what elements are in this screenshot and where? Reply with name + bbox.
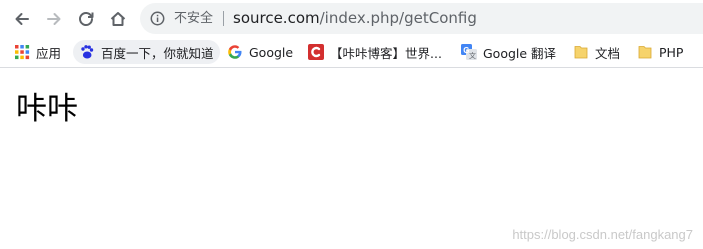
browser-toolbar: 不安全 source.com/index.php/getConfig bbox=[0, 0, 703, 37]
home-button[interactable] bbox=[107, 8, 129, 30]
url-text[interactable]: source.com/index.php/getConfig bbox=[233, 8, 477, 28]
security-status-label[interactable]: 不安全 bbox=[174, 10, 213, 27]
baidu-paw-icon bbox=[81, 45, 94, 59]
address-bar-divider bbox=[223, 11, 224, 26]
bookmark-google-label: Google bbox=[249, 44, 294, 60]
page-heading: 咔咔 bbox=[16, 91, 78, 127]
back-button[interactable] bbox=[11, 8, 33, 30]
folder-icon bbox=[574, 46, 588, 59]
bookmark-folder-php-label: PHP bbox=[659, 44, 684, 60]
google-g-icon bbox=[228, 45, 242, 59]
back-arrow-icon bbox=[15, 13, 29, 25]
bookmark-baidu-label: 百度一下，你就知道 bbox=[101, 45, 214, 61]
bookmark-apps[interactable]: 应用 bbox=[14, 40, 61, 64]
forward-button[interactable] bbox=[43, 8, 65, 30]
apps-grid-icon bbox=[15, 45, 30, 60]
bookmarks-bar: 应用 百度一下，你就知道 Google 【咔咔博客】世界... G 文 Goog… bbox=[0, 37, 703, 68]
bookmark-google[interactable]: Google bbox=[227, 40, 293, 64]
url-host: source.com bbox=[233, 9, 320, 27]
google-translate-icon: G 文 bbox=[461, 44, 477, 60]
folder-icon bbox=[638, 46, 652, 59]
home-icon bbox=[110, 12, 126, 26]
bookmark-folder-docs-label: 文档 bbox=[595, 45, 621, 61]
bookmark-baidu[interactable]: 百度一下，你就知道 bbox=[73, 40, 220, 64]
bookmark-kaka-blog[interactable]: 【咔咔博客】世界... bbox=[308, 40, 442, 64]
bookmark-kaka-blog-label: 【咔咔博客】世界... bbox=[330, 45, 442, 61]
forward-arrow-icon bbox=[47, 13, 61, 25]
url-path: /index.php/getConfig bbox=[319, 9, 477, 27]
kaka-blog-icon bbox=[308, 44, 324, 60]
watermark-text: https://blog.csdn.net/fangkang7 bbox=[512, 227, 693, 242]
bookmark-apps-label: 应用 bbox=[36, 45, 62, 61]
reload-icon bbox=[79, 12, 94, 26]
reload-button[interactable] bbox=[75, 8, 97, 30]
address-bar[interactable]: 不安全 source.com/index.php/getConfig bbox=[140, 3, 703, 34]
bookmark-google-translate-label: Google 翻译 bbox=[483, 45, 557, 61]
bookmark-folder-php[interactable]: PHP bbox=[637, 40, 683, 64]
svg-text:文: 文 bbox=[469, 51, 476, 60]
bookmark-google-translate[interactable]: G 文 Google 翻译 bbox=[461, 40, 556, 64]
bookmark-folder-docs[interactable]: 文档 bbox=[573, 40, 620, 64]
info-icon[interactable] bbox=[150, 11, 165, 26]
